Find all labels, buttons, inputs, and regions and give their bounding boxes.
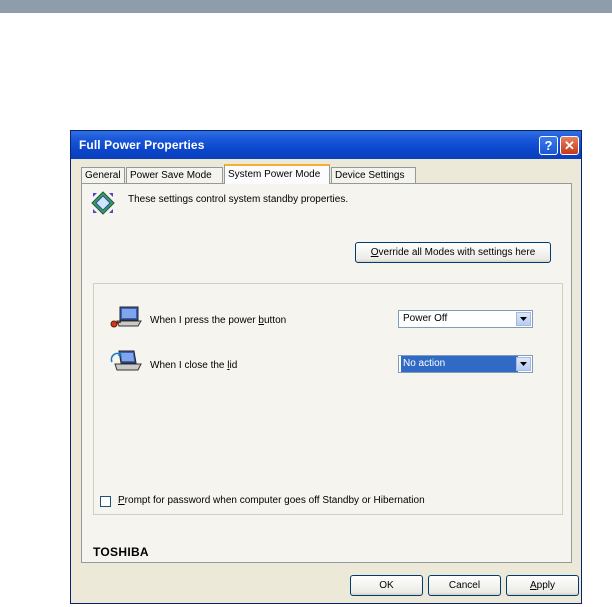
lid-close-action-value: No action bbox=[401, 356, 518, 372]
power-button-action-value: Power Off bbox=[403, 313, 448, 324]
properties-dialog: Full Power Properties ? ✕ General Power … bbox=[70, 130, 582, 604]
prompt-password-label[interactable]: Prompt for password when computer goes o… bbox=[118, 495, 425, 506]
override-all-modes-button[interactable]: Override all Modes with settings here bbox=[355, 242, 551, 263]
close-button[interactable]: ✕ bbox=[560, 136, 579, 155]
cancel-button[interactable]: Cancel bbox=[428, 575, 501, 596]
tab-general[interactable]: General bbox=[81, 167, 125, 183]
power-button-label: When I press the power button bbox=[150, 315, 287, 326]
close-icon: ✕ bbox=[564, 137, 575, 153]
title-bar[interactable]: Full Power Properties ? ✕ bbox=[71, 131, 581, 159]
top-band bbox=[0, 0, 612, 13]
toshiba-logo: TOSHIBA bbox=[93, 545, 149, 559]
chevron-down-icon[interactable] bbox=[516, 357, 531, 371]
tab-device-settings[interactable]: Device Settings bbox=[331, 167, 416, 183]
tab-strip: General Power Save Mode System Power Mod… bbox=[81, 164, 581, 184]
ok-button[interactable]: OK bbox=[350, 575, 423, 596]
header-description: These settings control system standby pr… bbox=[128, 194, 349, 205]
apply-button[interactable]: Apply bbox=[506, 575, 579, 596]
lid-close-label: When I close the lid bbox=[150, 360, 238, 371]
tab-system-power-mode[interactable]: System Power Mode bbox=[224, 164, 330, 184]
laptop-lid-icon bbox=[110, 350, 142, 371]
window-title: Full Power Properties bbox=[79, 138, 205, 152]
tab-power-save-mode[interactable]: Power Save Mode bbox=[126, 167, 223, 183]
help-icon: ? bbox=[544, 138, 553, 153]
power-settings-icon bbox=[91, 191, 115, 215]
power-button-action-select[interactable]: Power Off bbox=[398, 310, 533, 328]
lid-close-action-select[interactable]: No action bbox=[398, 355, 533, 373]
help-button[interactable]: ? bbox=[539, 136, 558, 155]
prompt-password-checkbox[interactable] bbox=[100, 496, 111, 507]
laptop-power-icon bbox=[110, 306, 142, 328]
chevron-down-icon[interactable] bbox=[516, 312, 531, 326]
tab-panel: These settings control system standby pr… bbox=[81, 183, 572, 563]
